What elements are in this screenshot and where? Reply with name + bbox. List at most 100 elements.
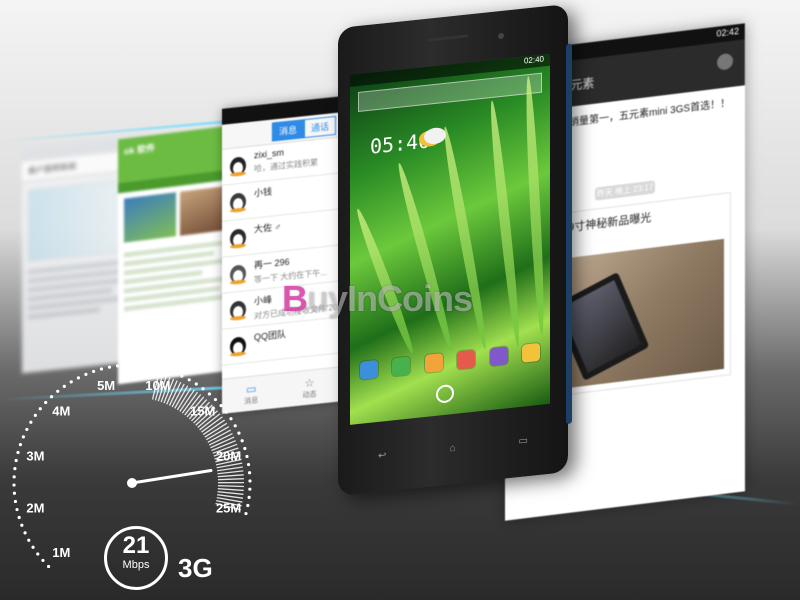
rim-dot xyxy=(164,368,169,372)
footer-tab-moments[interactable]: ☆ 动态 xyxy=(302,375,316,399)
rim-dot xyxy=(76,376,81,380)
needle-hub xyxy=(127,478,137,488)
rim-dot xyxy=(244,511,248,516)
rim-dot xyxy=(156,366,161,370)
rim-dot xyxy=(27,538,31,542)
leaf-shape xyxy=(486,99,524,348)
rim-dot xyxy=(46,564,51,569)
tick-label: 1M xyxy=(52,545,70,560)
rim-dot xyxy=(69,380,73,384)
rim-dot xyxy=(36,552,40,556)
rim-dot xyxy=(25,427,29,432)
rim-dot xyxy=(233,424,237,428)
weather-icon[interactable] xyxy=(424,126,446,146)
browser-app-icon[interactable] xyxy=(424,353,443,373)
rim-dot xyxy=(229,417,233,421)
tick-label: 5M xyxy=(97,378,115,393)
tab-calls[interactable]: 通话 xyxy=(304,115,337,138)
timestamp-pill: 昨天 晚上 23:17 xyxy=(595,180,655,201)
rim-dot xyxy=(41,558,45,563)
rim-dot xyxy=(194,382,198,386)
tick-label: 4M xyxy=(52,404,70,419)
hatch-mark xyxy=(217,491,244,495)
tick-label: 20M xyxy=(216,449,241,464)
rim-dot xyxy=(248,479,252,483)
rim-dot xyxy=(245,454,249,459)
home-key-icon[interactable]: ⌂ xyxy=(449,443,455,455)
rim-dot xyxy=(240,439,244,443)
rim-dot xyxy=(248,487,252,491)
rim-dot xyxy=(124,363,128,367)
tick-label: 25M xyxy=(216,500,241,515)
tick-label: 15M xyxy=(190,404,215,419)
rim-dot xyxy=(91,369,96,374)
rim-dot xyxy=(247,471,252,475)
qq-penguin-icon xyxy=(230,265,246,285)
rim-dot xyxy=(18,442,23,447)
qq-penguin-icon xyxy=(230,301,246,321)
rim-dot xyxy=(15,507,19,512)
rim-dot xyxy=(107,365,112,369)
rim-dot xyxy=(243,446,247,451)
rim-dot xyxy=(23,531,27,535)
qq-penguin-icon xyxy=(230,193,246,213)
rim-dot xyxy=(13,467,17,471)
rim-dot xyxy=(247,495,251,499)
rim-dot xyxy=(44,400,48,405)
rim-dot xyxy=(132,363,136,367)
tablet-device: 02:40 05:40 ↩ ⌂ ▭ xyxy=(338,3,572,497)
rim-dot xyxy=(12,491,17,495)
leaf-shape xyxy=(523,75,547,336)
gallery-app-icon[interactable] xyxy=(489,346,508,367)
tab-messages[interactable]: 消息 xyxy=(272,118,305,142)
qq-penguin-icon xyxy=(230,157,246,177)
rim-dot xyxy=(20,523,24,527)
tick-label: 3M xyxy=(26,449,44,464)
rim-dot xyxy=(14,458,18,463)
camera-app-icon[interactable] xyxy=(457,349,476,370)
brand-watermark: BuyInCoins xyxy=(282,278,473,319)
phone-app-icon[interactable] xyxy=(360,359,378,380)
rim-dot xyxy=(12,475,16,479)
speed-value: 21 xyxy=(122,532,150,559)
home-screen: 02:40 05:40 xyxy=(350,53,550,425)
rim-dot xyxy=(33,413,37,417)
qq-penguin-icon xyxy=(230,229,246,249)
rim-dot xyxy=(213,397,218,402)
rim-dot xyxy=(219,403,223,408)
rim-dot xyxy=(12,483,16,487)
clock-widget[interactable]: 05:40 xyxy=(370,128,430,158)
rim-dot xyxy=(62,384,66,388)
rim-dot xyxy=(29,420,33,424)
rim-dot xyxy=(99,367,104,371)
gauge-needle xyxy=(130,468,213,485)
rim-dot xyxy=(16,450,20,455)
rim-dot xyxy=(224,410,228,414)
rim-dot xyxy=(116,364,120,368)
rim-dot xyxy=(207,392,212,396)
rim-dot xyxy=(140,363,144,368)
hatch-mark xyxy=(217,470,244,475)
messages-app-icon[interactable] xyxy=(392,356,411,377)
speed-unit: Mbps xyxy=(122,559,150,571)
back-key-icon[interactable]: ↩ xyxy=(378,450,386,462)
network-type: 3G xyxy=(178,553,213,583)
rim-dot xyxy=(187,378,191,382)
rim-dot xyxy=(172,371,176,375)
recent-key-icon[interactable]: ▭ xyxy=(519,435,528,447)
settings-app-icon[interactable] xyxy=(521,342,540,363)
user-icon[interactable] xyxy=(717,52,733,71)
app-drawer-icon[interactable] xyxy=(436,383,454,404)
hatch-mark xyxy=(217,488,244,492)
rim-dot xyxy=(246,462,251,467)
rim-dot xyxy=(237,431,241,435)
rim-dot xyxy=(31,545,35,549)
hatch-mark xyxy=(217,474,244,478)
hatch-mark xyxy=(217,494,244,499)
rim-dot xyxy=(148,364,153,369)
speed-readout: 21 Mbps xyxy=(104,526,168,590)
product-banner: 美户旋转新闻 ok 软件 02:40 消息 通话 zixi_sm哈，通过实践积累 xyxy=(0,0,800,600)
screen-web-portal: ok 软件 xyxy=(118,124,238,385)
hatch-mark xyxy=(217,485,244,488)
rim-dot xyxy=(17,515,21,520)
